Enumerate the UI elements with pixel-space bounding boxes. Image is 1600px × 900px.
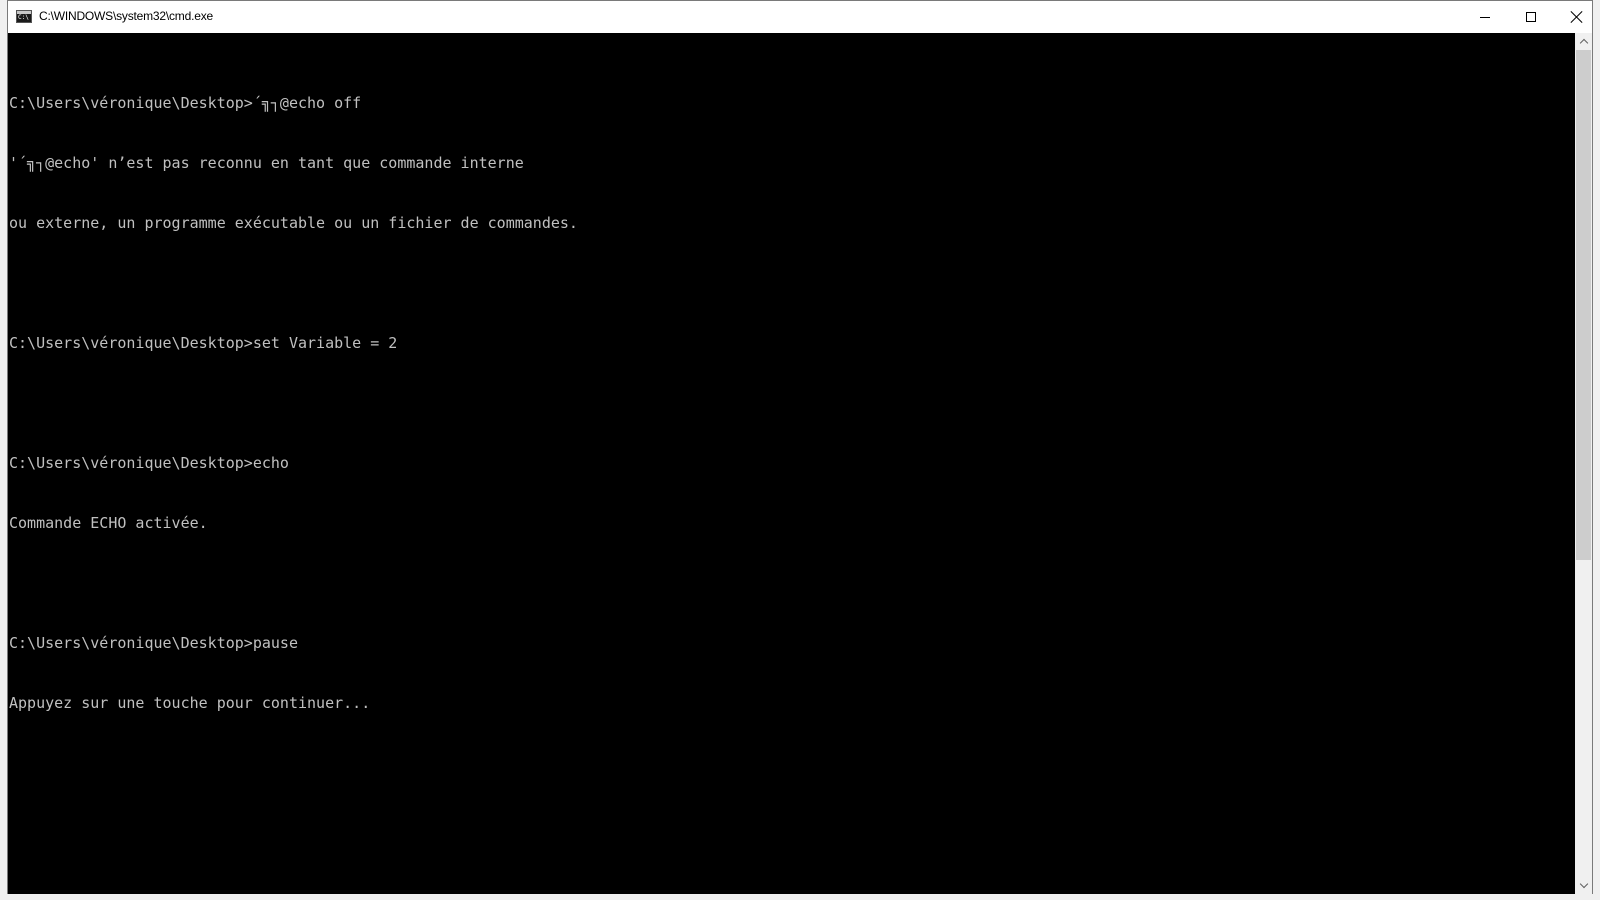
- cmd-window: C:\WINDOWS\system32\cmd.exe C:\Users\vér…: [7, 0, 1593, 894]
- console-output[interactable]: C:\Users\véronique\Desktop>´╗┐@echo off …: [8, 33, 1575, 894]
- scroll-down-button[interactable]: [1575, 877, 1592, 894]
- console-line: '´╗┐@echo' n’est pas reconnu en tant que…: [9, 154, 524, 172]
- console-line: C:\Users\véronique\Desktop>echo: [9, 454, 289, 472]
- maximize-button[interactable]: [1508, 1, 1554, 33]
- minimize-icon: [1480, 16, 1490, 18]
- console-line: Commande ECHO activée.: [9, 514, 208, 532]
- console-lines: C:\Users\véronique\Desktop>´╗┐@echo off …: [9, 53, 578, 753]
- cmd-icon[interactable]: [16, 10, 32, 23]
- scrollbar-thumb[interactable]: [1576, 50, 1591, 560]
- title-bar[interactable]: C:\WINDOWS\system32\cmd.exe: [8, 1, 1592, 33]
- window-title: C:\WINDOWS\system32\cmd.exe: [39, 9, 213, 23]
- console-line: C:\Users\véronique\Desktop>set Variable …: [9, 334, 398, 352]
- console-line: C:\Users\véronique\Desktop>pause: [9, 634, 298, 652]
- vertical-scrollbar[interactable]: [1575, 33, 1592, 894]
- close-icon: [1571, 11, 1583, 23]
- chevron-up-icon: [1579, 38, 1588, 48]
- minimize-button[interactable]: [1462, 1, 1508, 33]
- console-line: ou externe, un programme exécutable ou u…: [9, 214, 578, 232]
- close-button[interactable]: [1554, 1, 1600, 33]
- console-line: Appuyez sur une touche pour continuer...: [9, 694, 371, 712]
- scroll-up-button[interactable]: [1575, 33, 1592, 50]
- console-line: C:\Users\véronique\Desktop>´╗┐@echo off: [9, 94, 362, 112]
- maximize-icon: [1526, 12, 1536, 22]
- chevron-down-icon: [1579, 879, 1588, 889]
